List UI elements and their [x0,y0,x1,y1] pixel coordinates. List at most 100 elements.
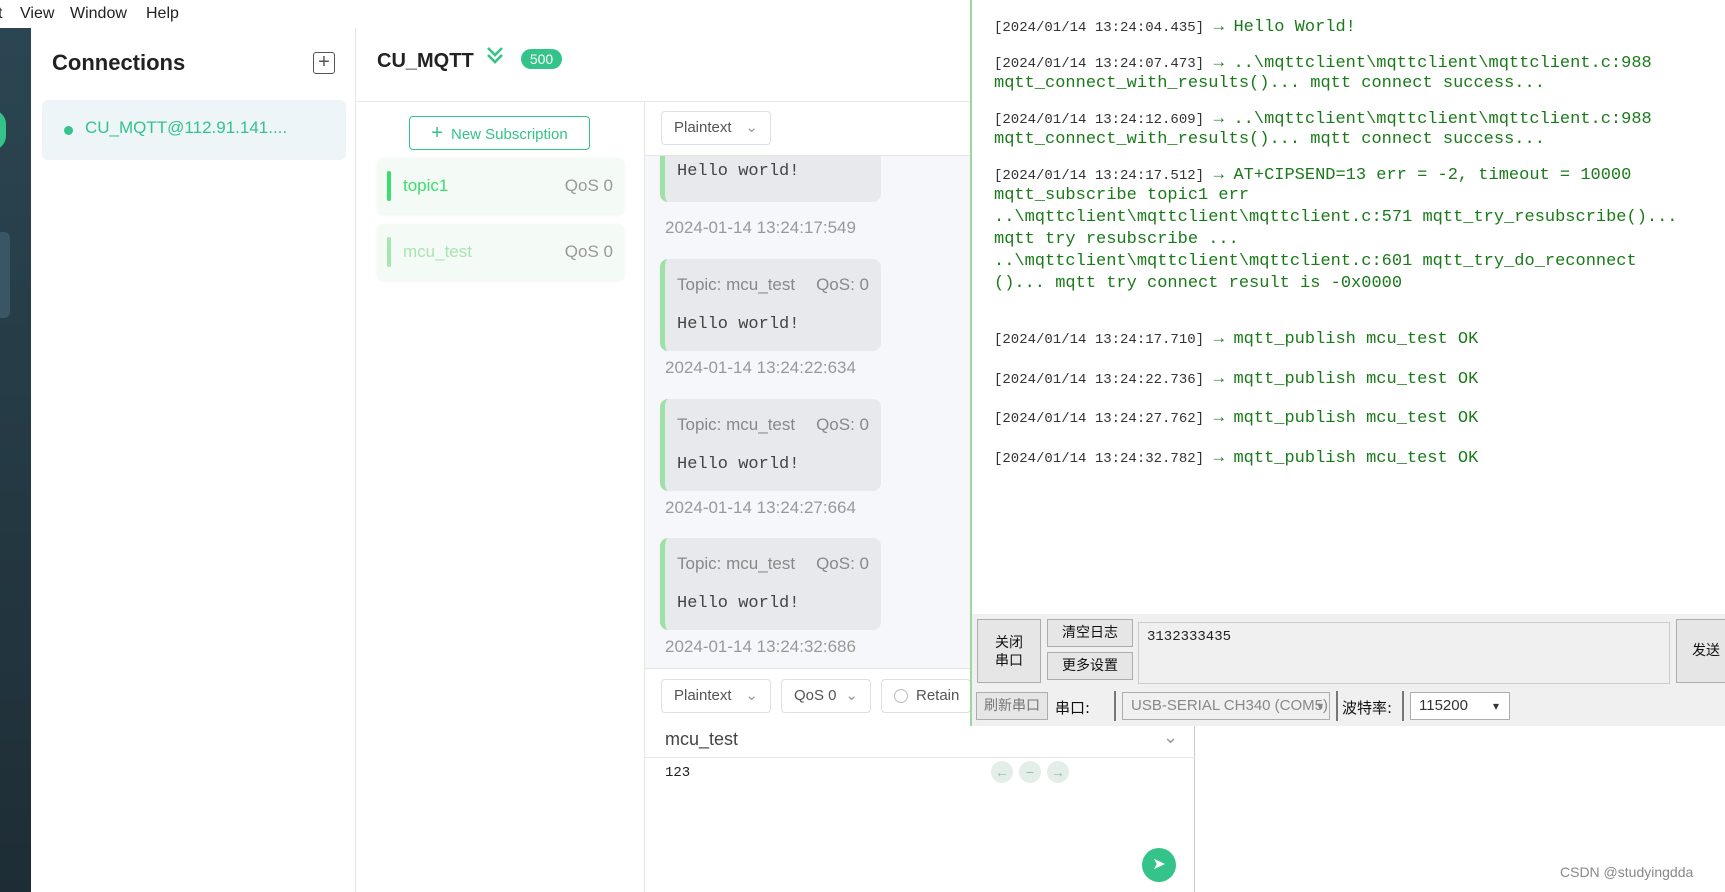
baud-value: 115200 [1419,697,1468,714]
message-time: 2024-01-14 13:24:32:686 [665,637,856,656]
radio-icon [894,689,908,703]
menu-view[interactable]: View [20,5,54,23]
message-time: 2024-01-14 13:24:17:549 [665,218,856,237]
publish-payload-input[interactable]: 123 [665,765,690,781]
message-topic: Topic: mcu_test [677,415,796,434]
publish-qos-value: QoS 0 [794,687,837,704]
message-topic: Topic: mcu_test [677,554,796,573]
arrow-icon: → [1213,370,1224,389]
message-format-bar: Plaintext ⌄ [645,102,970,156]
log-entry: [2024/01/14 13:24:04.435] → Hello World! [994,18,1356,37]
arrow-icon: → [1213,166,1224,185]
log-text: mqtt_publish mcu_test OK [1233,409,1479,428]
plus-icon: + [431,122,443,144]
message-bubble: Topic: mcu_test QoS: 0 Hello world! [660,538,881,630]
log-text: mqtt_connect_with_results()... mqtt conn… [994,130,1545,149]
port-label: 串口: [1055,699,1091,717]
more-settings-button[interactable]: 更多设置 [1047,652,1133,680]
connection-header: CU_MQTT 500 [357,28,970,102]
arrow-icon: → [1213,330,1224,349]
message-payload: Hello world! [677,594,800,613]
message-time: 2024-01-14 13:24:27:664 [665,498,856,517]
log-entry: [2024/01/14 13:24:17.710] → mqtt_publish… [994,330,1478,349]
baud-select[interactable]: 115200 ▾ [1410,692,1510,720]
watermark: CSDN @studyingdda [1560,864,1694,880]
log-timestamp: [2024/01/14 13:24:32.782] [994,451,1205,467]
serial-terminal-window: [2024/01/14 13:24:04.435] → Hello World!… [970,0,1725,726]
divider [645,757,1195,758]
connection-label: CU_MQTT@112.91.141.... [85,118,288,137]
subscription-color-bar [387,171,391,201]
app-nav-strip [0,28,31,892]
subscription-qos: QoS 0 [564,176,613,195]
log-text: ()... mqtt try connect result is -0x0000 [994,274,1403,293]
separator [1114,691,1116,721]
retain-checkbox[interactable]: Retain [881,679,971,713]
separator [1402,691,1404,721]
subscription-qos: QoS 0 [564,242,613,261]
port-select[interactable]: USB-SERIAL CH340 (COM5) ▾ [1122,692,1330,720]
log-entry: [2024/01/14 13:24:17.512] → AT+CIPSEND=1… [994,166,1678,295]
new-subscription-button[interactable]: + New Subscription [409,116,590,150]
send-icon[interactable]: ➤ [1142,848,1176,882]
nav-connections-icon[interactable] [0,110,6,150]
chevron-down-icon: ⌄ [745,687,758,704]
log-entry: [2024/01/14 13:24:12.609] → ..\mqttclien… [994,110,1652,151]
log-entry: [2024/01/14 13:24:07.473] → ..\mqttclien… [994,54,1652,95]
arrow-icon: → [1213,54,1224,73]
close-port-button[interactable]: 关闭 串口 [977,619,1041,683]
log-text: mqtt_subscribe topic1 err [994,186,1250,205]
log-text: ..\mqttclient\mqttclient\mqttclient.c:98… [1233,54,1652,73]
chevron-down-icon[interactable]: ⌄ [1163,727,1178,748]
connection-item[interactable]: CU_MQTT@112.91.141.... [42,100,346,160]
message-payload: Hello world! [677,162,800,181]
collapse-chevron-icon[interactable] [485,44,505,72]
message-list: Hello world! 2024-01-14 13:24:17:549 Top… [645,102,970,668]
subscription-item-mcu-test[interactable]: mcu_test QoS 0 [377,224,624,280]
close-port-label: 串口 [995,653,1023,669]
log-text: AT+CIPSEND=13 err = -2, timeout = 10000 [1233,166,1632,185]
log-text: ..\mqttclient\mqttclient\mqttclient.c:60… [994,252,1637,271]
dropdown-arrow-icon: ▾ [1316,699,1323,713]
log-text: ..\mqttclient\mqttclient\mqttclient.c:98… [1233,110,1652,129]
refresh-port-button[interactable]: 刷新串口 [976,692,1048,720]
connection-title: CU_MQTT [377,50,474,72]
dropdown-arrow-icon: ▾ [1492,699,1499,713]
arrow-icon: → [1213,449,1224,468]
payload-format-select[interactable]: Plaintext ⌄ [661,111,771,145]
subscription-item-topic1[interactable]: topic1 QoS 0 [377,158,624,214]
publish-qos-select[interactable]: QoS 0 ⌄ [781,679,871,713]
log-text: mqtt try resubscribe ... [994,230,1239,249]
log-timestamp: [2024/01/14 13:24:17.710] [994,332,1205,348]
log-entry: [2024/01/14 13:24:27.762] → mqtt_publish… [994,409,1478,428]
clear-icon[interactable]: − [1019,761,1041,783]
serial-log: [2024/01/14 13:24:04.435] → Hello World!… [972,0,1725,616]
clear-log-button[interactable]: 清空日志 [1047,619,1133,647]
history-forward-icon[interactable]: → [1047,761,1069,783]
serial-control-panel: 关闭 串口 清空日志 更多设置 3132333435 发送 刷新串口 串口: U… [972,614,1725,726]
subscription-name: topic1 [403,176,449,195]
port-value: USB-SERIAL CH340 (COM5) [1131,697,1328,714]
message-qos: QoS: 0 [816,275,869,294]
publish-format-select[interactable]: Plaintext ⌄ [661,679,771,713]
history-back-icon[interactable]: ← [991,761,1013,783]
send-text-input[interactable]: 3132333435 [1138,622,1670,684]
connections-panel: Connections + CU_MQTT@112.91.141.... [31,28,356,892]
subscription-color-bar [387,237,391,267]
log-text: mqtt_publish mcu_test OK [1233,370,1479,389]
connections-title: Connections [52,50,186,75]
menu-help[interactable]: Help [146,5,179,23]
menu-edit[interactable]: t [0,5,2,23]
publish-topic-input[interactable]: mcu_test [665,729,738,750]
nav-item-icon[interactable] [0,232,10,318]
log-text: mqtt_publish mcu_test OK [1233,449,1479,468]
publish-format-value: Plaintext [674,687,732,704]
message-time: 2024-01-14 13:24:22:634 [665,358,856,377]
menu-window[interactable]: Window [70,5,127,23]
connected-status-icon [64,126,73,135]
baud-label: 波特率: [1342,699,1393,717]
add-connection-icon[interactable]: + [313,52,335,74]
send-button[interactable]: 发送 [1676,619,1725,683]
log-timestamp: [2024/01/14 13:24:07.473] [994,56,1205,72]
message-payload: Hello world! [677,315,800,334]
